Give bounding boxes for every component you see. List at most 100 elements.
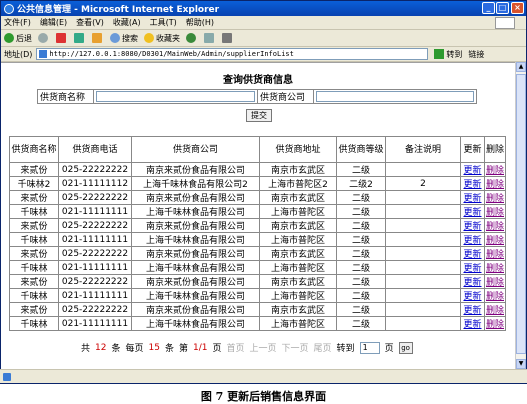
minimize-icon[interactable]: _	[482, 2, 495, 14]
first-page-link[interactable]: 首页	[226, 341, 244, 354]
refresh-button[interactable]	[74, 33, 86, 43]
star-icon	[144, 33, 154, 43]
go-button[interactable]: 转到	[434, 49, 462, 60]
address-input[interactable]: http://127.0.0.1:8080/D0301/MainWeb/Admi…	[36, 48, 429, 60]
vertical-scrollbar[interactable]: ▲ ▼	[515, 62, 526, 369]
cell-level: 二级	[336, 204, 386, 219]
cell-name: 千味林	[9, 260, 59, 275]
cell-company: 上海千味林食品有限公司	[131, 232, 260, 247]
delete-link[interactable]: 删除	[486, 320, 504, 330]
update-link[interactable]: 更新	[463, 250, 481, 260]
cell-delete: 删除	[484, 316, 506, 331]
maximize-icon[interactable]: □	[496, 2, 509, 14]
print-button[interactable]	[222, 33, 234, 43]
menu-help[interactable]: 帮助(H)	[186, 17, 214, 28]
cell-update: 更新	[460, 288, 485, 303]
col-header-company: 供货商公司	[131, 136, 260, 163]
menu-edit[interactable]: 编辑(E)	[40, 17, 67, 28]
media-button[interactable]	[186, 33, 198, 43]
goto-page-input[interactable]: 1	[359, 341, 380, 354]
cell-phone: 025-22222222	[58, 218, 132, 233]
forward-button[interactable]	[38, 33, 50, 43]
close-icon[interactable]: ×	[511, 2, 524, 14]
search-company-input[interactable]	[316, 91, 474, 102]
delete-link[interactable]: 删除	[486, 166, 504, 176]
cell-delete: 删除	[484, 232, 506, 247]
page-suffix: 页	[212, 344, 222, 354]
refresh-icon	[74, 33, 84, 43]
update-link[interactable]: 更新	[463, 194, 481, 204]
go-arrow-icon	[434, 49, 445, 59]
delete-link[interactable]: 删除	[486, 208, 504, 218]
cell-delete: 删除	[484, 288, 506, 303]
home-button[interactable]	[92, 33, 104, 43]
cell-phone: 025-22222222	[58, 274, 132, 289]
delete-link[interactable]: 删除	[486, 278, 504, 288]
delete-link[interactable]: 删除	[486, 194, 504, 204]
cell-delete: 删除	[484, 190, 506, 205]
cell-level: 二级2	[336, 176, 386, 191]
print-icon	[222, 33, 232, 43]
delete-link[interactable]: 删除	[486, 292, 504, 302]
links-button[interactable]: 链接	[468, 49, 484, 60]
delete-link[interactable]: 删除	[486, 250, 504, 260]
cell-level: 二级	[336, 302, 386, 317]
update-link[interactable]: 更新	[463, 278, 481, 288]
mail-button[interactable]	[204, 33, 216, 43]
cell-level: 二级	[336, 232, 386, 247]
scroll-thumb[interactable]	[516, 74, 526, 354]
mail-icon	[204, 33, 214, 43]
home-icon	[92, 33, 102, 43]
last-page-link[interactable]: 尾页	[314, 341, 332, 354]
delete-link[interactable]: 删除	[486, 222, 504, 232]
delete-link[interactable]: 删除	[486, 180, 504, 190]
delete-link[interactable]: 删除	[486, 236, 504, 246]
cell-company: 上海千味林食品有限公司	[131, 316, 260, 331]
scroll-down-icon[interactable]: ▼	[516, 359, 526, 369]
cell-update: 更新	[460, 176, 485, 191]
cell-company: 南京来贰份食品有限公司	[131, 274, 260, 289]
cell-phone: 025-22222222	[58, 190, 132, 205]
update-link[interactable]: 更新	[463, 208, 481, 218]
col-header-delete: 删除	[484, 136, 506, 163]
table-row: 来贰份 025-22222222 南京来贰份食品有限公司 南京市玄武区 二级 更新 删除	[9, 218, 506, 233]
menu-view[interactable]: 查看(V)	[76, 17, 104, 28]
update-link[interactable]: 更新	[463, 222, 481, 232]
cell-company: 南京来贰份食品有限公司	[131, 190, 260, 205]
goto-suffix: 页	[384, 344, 394, 354]
update-link[interactable]: 更新	[463, 236, 481, 246]
search-button[interactable]: 搜索	[110, 33, 138, 44]
col-header-phone: 供货商电话	[58, 136, 132, 163]
delete-link[interactable]: 删除	[486, 306, 504, 316]
menu-file[interactable]: 文件(F)	[4, 17, 31, 28]
back-button[interactable]: 后退	[4, 33, 32, 44]
update-link[interactable]: 更新	[463, 166, 481, 176]
next-page-link[interactable]: 下一页	[282, 341, 309, 354]
cell-update: 更新	[460, 260, 485, 275]
update-link[interactable]: 更新	[463, 320, 481, 330]
goto-go-button[interactable]: go	[398, 341, 413, 354]
delete-link[interactable]: 删除	[486, 264, 504, 274]
menu-favorites[interactable]: 收藏(A)	[113, 17, 141, 28]
prev-page-link[interactable]: 上一页	[250, 341, 277, 354]
cell-delete: 删除	[484, 302, 506, 317]
table-row: 来贰份 025-22222222 南京来贰份食品有限公司 南京市玄武区 二级 更新 删除	[9, 190, 506, 205]
cell-company: 南京来贰份食品有限公司	[131, 218, 260, 233]
scroll-up-icon[interactable]: ▲	[516, 62, 526, 72]
cell-phone: 021-11111111	[58, 232, 132, 247]
search-name-input[interactable]	[96, 91, 255, 102]
cell-update: 更新	[460, 190, 485, 205]
cell-phone: 021-11111111	[58, 288, 132, 303]
favorites-label: 收藏夹	[156, 33, 180, 43]
cell-name: 千味林	[9, 288, 59, 303]
update-link[interactable]: 更新	[463, 292, 481, 302]
cell-remark	[385, 218, 461, 233]
update-link[interactable]: 更新	[463, 264, 481, 274]
status-bar	[0, 369, 527, 383]
stop-button[interactable]	[56, 33, 68, 43]
update-link[interactable]: 更新	[463, 180, 481, 190]
menu-tools[interactable]: 工具(T)	[150, 17, 177, 28]
query-button[interactable]: 提交	[246, 109, 272, 122]
favorites-button[interactable]: 收藏夹	[144, 33, 180, 44]
update-link[interactable]: 更新	[463, 306, 481, 316]
